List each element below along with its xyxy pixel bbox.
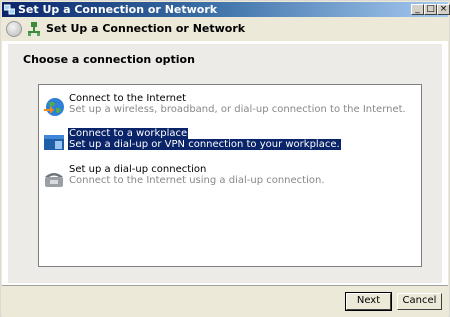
page-title: Set Up a Connection or Network — [46, 22, 246, 35]
window-title: Set Up a Connection or Network — [18, 3, 218, 16]
option-label: Connect to a workplace — [68, 128, 189, 139]
cancel-button[interactable]: Cancel — [397, 293, 442, 310]
nav-bar: Set Up a Connection or Network — [2, 17, 448, 41]
connection-options-list[interactable]: Connect to the Internet Set up a wireles… — [38, 84, 422, 267]
option-label: Connect to the Internet — [69, 93, 187, 104]
option-description: Set up a dial-up or VPN connection to yo… — [68, 139, 341, 150]
minimize-button[interactable]: _ — [411, 4, 424, 15]
wizard-window: Set Up a Connection or Network _ □ × Set… — [0, 0, 450, 317]
network-icon — [4, 4, 15, 15]
option-connect-internet[interactable]: Connect to the Internet Set up a wireles… — [39, 92, 421, 122]
option-connect-workplace[interactable]: Connect to a workplace Set up a dial-up … — [39, 127, 421, 157]
title-bar[interactable]: Set Up a Connection or Network _ □ × — [2, 2, 450, 17]
close-button[interactable]: × — [437, 4, 450, 15]
option-label: Set up a dial-up connection — [69, 164, 207, 175]
back-button[interactable] — [6, 21, 22, 37]
next-button[interactable]: Next — [345, 292, 392, 311]
workplace-icon — [44, 135, 64, 150]
option-description: Set up a wireless, broadband, or dial-up… — [69, 104, 406, 115]
option-description: Connect to the Internet using a dial-up … — [69, 175, 325, 186]
network-icon — [28, 22, 40, 36]
section-heading: Choose a connection option — [23, 53, 195, 66]
phone-icon — [45, 173, 63, 187]
globe-icon — [44, 98, 64, 116]
button-bar: Next Cancel — [2, 285, 448, 317]
maximize-button[interactable]: □ — [424, 4, 437, 15]
option-dialup[interactable]: Set up a dial-up connection Connect to t… — [39, 163, 421, 193]
